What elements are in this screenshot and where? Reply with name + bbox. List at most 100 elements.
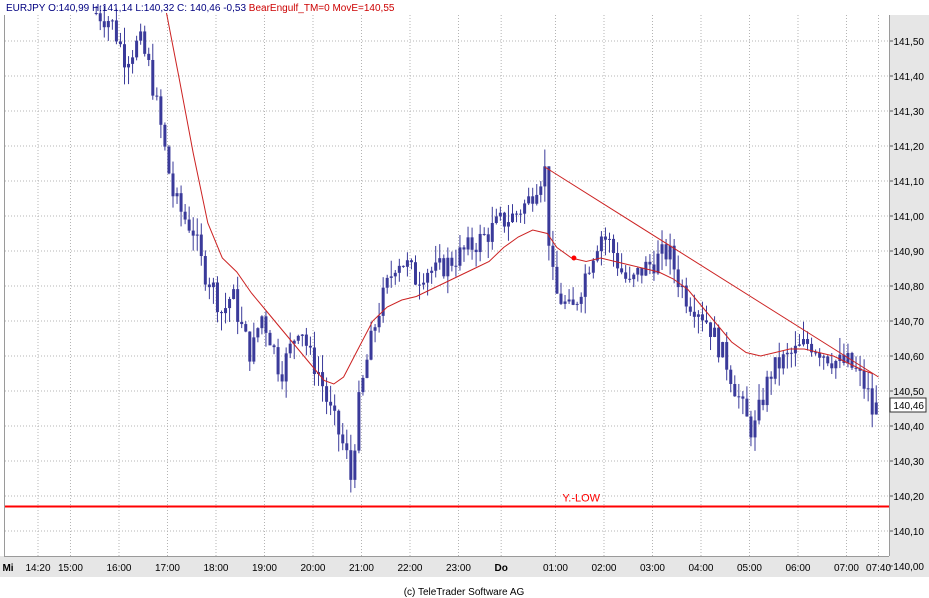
candle-body xyxy=(329,401,333,406)
candle-body xyxy=(365,359,369,378)
candle-body xyxy=(474,249,478,253)
candle-body xyxy=(308,345,312,348)
candle-body xyxy=(393,272,397,277)
candle-body xyxy=(401,265,405,267)
candle-body xyxy=(240,321,244,325)
candle-body xyxy=(151,59,155,96)
candle-body xyxy=(717,327,721,358)
candle-body xyxy=(199,234,203,257)
candle-body xyxy=(616,253,620,269)
candle-body xyxy=(676,269,680,288)
candle-body xyxy=(640,268,644,276)
candle-body xyxy=(422,282,426,285)
time-tick-label: Mi xyxy=(2,563,13,574)
candle-body xyxy=(470,237,474,250)
candle-body xyxy=(98,13,102,22)
price-tick-label: 140,80 xyxy=(893,282,924,293)
candle-body xyxy=(219,312,223,314)
candle-body xyxy=(579,296,583,304)
candle-body xyxy=(413,262,417,285)
candle-body xyxy=(454,265,458,267)
time-tick-label: 04:00 xyxy=(688,563,713,574)
candle-body xyxy=(765,376,769,406)
candle-body xyxy=(135,40,139,58)
candle-body xyxy=(349,450,353,480)
header-close: 140,46 xyxy=(190,3,221,14)
candle-body xyxy=(139,31,143,41)
current-price: 140,46 xyxy=(889,397,927,413)
time-tick-label: 23:00 xyxy=(446,563,471,574)
candle-body xyxy=(749,416,753,438)
candle-body xyxy=(773,357,777,379)
candle-body xyxy=(397,265,401,273)
candle-body xyxy=(118,41,122,45)
candle-body xyxy=(656,253,660,274)
candle-body xyxy=(361,377,365,393)
price-chart[interactable]: 140,00 140,10 140,20 140,30 140,40 140,50 140,… xyxy=(0,0,929,598)
candle-body xyxy=(498,212,502,217)
header-change: -0,53 xyxy=(223,3,246,14)
candle-body xyxy=(624,272,628,279)
candle-body xyxy=(806,339,810,344)
candle-body xyxy=(830,363,834,369)
candle-body xyxy=(167,146,171,174)
time-tick-label: 05:00 xyxy=(737,563,762,574)
candle-body xyxy=(781,354,785,369)
time-tick-label: 03:00 xyxy=(640,563,665,574)
candle-body xyxy=(110,20,114,22)
candle-body xyxy=(603,236,607,240)
candle-body xyxy=(543,166,547,187)
time-tick-label: 07:40 xyxy=(866,563,891,574)
time-tick-label: Do xyxy=(495,563,508,574)
candle-body xyxy=(648,261,652,265)
candle-body xyxy=(539,186,543,195)
candle-body xyxy=(418,284,422,286)
candle-body xyxy=(777,357,781,369)
candle-body xyxy=(191,230,195,236)
time-tick-label: 01:00 xyxy=(543,563,568,574)
candle-body xyxy=(745,398,749,417)
time-tick-label: 17:00 xyxy=(155,563,180,574)
candle-body xyxy=(264,316,268,333)
candle-body xyxy=(506,222,510,227)
candle-body xyxy=(478,233,482,253)
candle-body xyxy=(761,399,765,406)
price-tick-label: 140,20 xyxy=(893,492,924,503)
candle-body xyxy=(486,234,490,242)
candle-body xyxy=(519,213,523,215)
candle-body xyxy=(818,352,822,358)
time-tick-label: 06:00 xyxy=(785,563,810,574)
candle-body xyxy=(175,193,179,197)
signal-marker xyxy=(571,255,577,261)
time-tick-label: 07:00 xyxy=(834,563,859,574)
price-tick-label: 140,70 xyxy=(893,317,924,328)
candle-body xyxy=(325,386,329,402)
candle-body xyxy=(575,303,579,305)
candle-body xyxy=(510,213,514,223)
candle-body xyxy=(430,270,434,273)
time-tick-label: 18:00 xyxy=(203,563,228,574)
candle-body xyxy=(862,370,866,389)
time-tick-label: 22:00 xyxy=(397,563,422,574)
candle-body xyxy=(737,396,741,398)
candle-body xyxy=(155,95,159,97)
candle-body xyxy=(373,327,377,331)
header-ohlc: O:140,99 H:141,14 L:140,32 C: xyxy=(48,3,187,14)
candle-body xyxy=(866,388,870,390)
candle-body xyxy=(438,258,442,263)
time-tick-label: 21:00 xyxy=(349,563,374,574)
price-tick-label: 141,10 xyxy=(893,177,924,188)
candle-body xyxy=(741,396,745,399)
candle-body xyxy=(870,388,874,415)
candle-body xyxy=(276,347,280,375)
price-tick-label: 141,50 xyxy=(893,37,924,48)
price-tick-label: 140,50 xyxy=(893,387,924,398)
candle-body xyxy=(143,31,147,54)
candle-body xyxy=(753,420,757,438)
price-tick-label: 141,30 xyxy=(893,107,924,118)
copyright-text: (c) TeleTrader Software AG xyxy=(404,587,525,598)
candle-body xyxy=(567,299,571,302)
candle-body xyxy=(523,203,527,214)
candle-body xyxy=(571,299,575,305)
price-tick-label: 141,00 xyxy=(893,212,924,223)
